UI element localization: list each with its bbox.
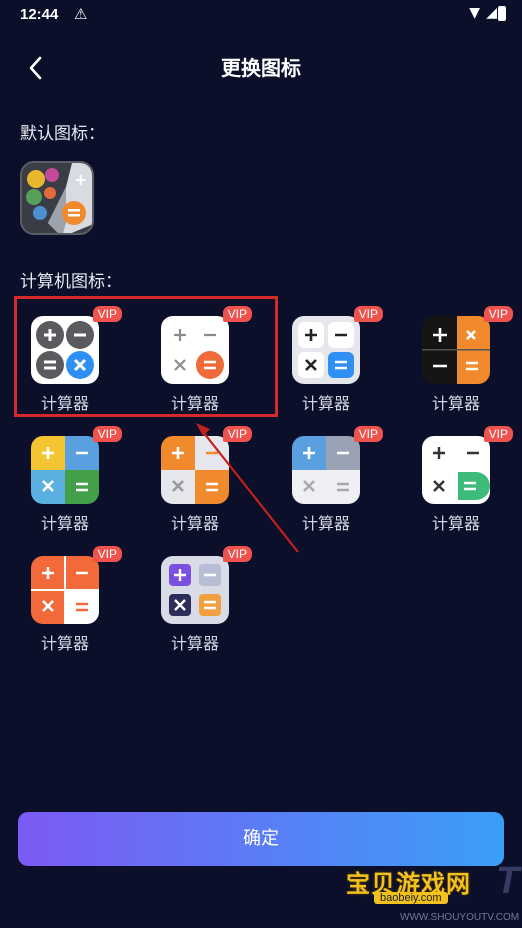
- watermark-tv: TV: [496, 860, 522, 902]
- icon-label: 计算器: [40, 514, 89, 533]
- watermark-url: WWW.SHOUYOUTV.COM: [400, 912, 520, 923]
- vip-badge: VIP: [222, 306, 252, 322]
- vip-badge: VIP: [92, 546, 122, 562]
- status-bar: 12:44 ⚠ ▼ ◢: [0, 0, 522, 30]
- calculator-icon: [422, 316, 490, 384]
- icon-option[interactable]: VIP 计算器: [140, 546, 252, 656]
- calculator-icon: [161, 436, 229, 504]
- icon-label: 计算器: [431, 394, 480, 413]
- status-time: 12:44: [20, 6, 59, 23]
- vip-badge: VIP: [92, 426, 122, 442]
- battery-icon: [498, 6, 506, 21]
- icon-option[interactable]: VIP 计算器: [10, 546, 122, 656]
- vip-badge: VIP: [222, 426, 252, 442]
- calculator-icon: [422, 436, 490, 504]
- default-app-icon[interactable]: +: [20, 161, 94, 235]
- wifi-icon: ▼: [469, 5, 480, 21]
- vip-badge: VIP: [222, 546, 252, 562]
- header: 更换图标: [0, 40, 522, 90]
- vip-badge: VIP: [353, 426, 383, 442]
- calculator-icon: [292, 436, 360, 504]
- icon-option[interactable]: VIP 计算器: [271, 426, 383, 536]
- page-title: 更换图标: [221, 56, 301, 80]
- game-collage-icon: +: [22, 163, 92, 233]
- computer-icon-label: 计算机图标：: [20, 272, 122, 292]
- vip-badge: VIP: [353, 306, 383, 322]
- calculator-icon: [292, 316, 360, 384]
- watermark-logo: TV 宝贝游戏网 baobeiy.com WWW.SHOUYOUTV.COM: [346, 860, 522, 928]
- calculator-icon: [31, 556, 99, 624]
- confirm-button[interactable]: 确定: [18, 812, 504, 866]
- vip-badge: VIP: [483, 426, 513, 442]
- signal-icon: ◢: [486, 5, 497, 21]
- calculator-icon: [161, 556, 229, 624]
- icon-option[interactable]: VIP 计算器: [10, 426, 122, 536]
- icon-label: 计算器: [301, 514, 350, 533]
- icon-label: 计算器: [301, 394, 350, 413]
- default-icon-label: 默认图标：: [20, 124, 105, 144]
- icon-label: 计算器: [170, 514, 219, 533]
- icon-label: 计算器: [431, 514, 480, 533]
- icon-label: 计算器: [40, 634, 89, 653]
- icon-label: 计算器: [170, 634, 219, 653]
- icon-option[interactable]: VIP 计算器: [401, 426, 513, 536]
- svg-text:+: +: [74, 170, 87, 189]
- watermark-domain: baobeiy.com: [374, 892, 448, 904]
- icon-option[interactable]: VIP 计算器: [271, 306, 383, 416]
- icon-option[interactable]: VIP 计算器: [140, 426, 252, 536]
- calculator-icon: [31, 436, 99, 504]
- vip-badge: VIP: [483, 306, 513, 322]
- vip-badge: VIP: [92, 306, 122, 322]
- icon-option[interactable]: VIP 计算器: [401, 306, 513, 416]
- alert-icon: ⚠: [74, 5, 88, 23]
